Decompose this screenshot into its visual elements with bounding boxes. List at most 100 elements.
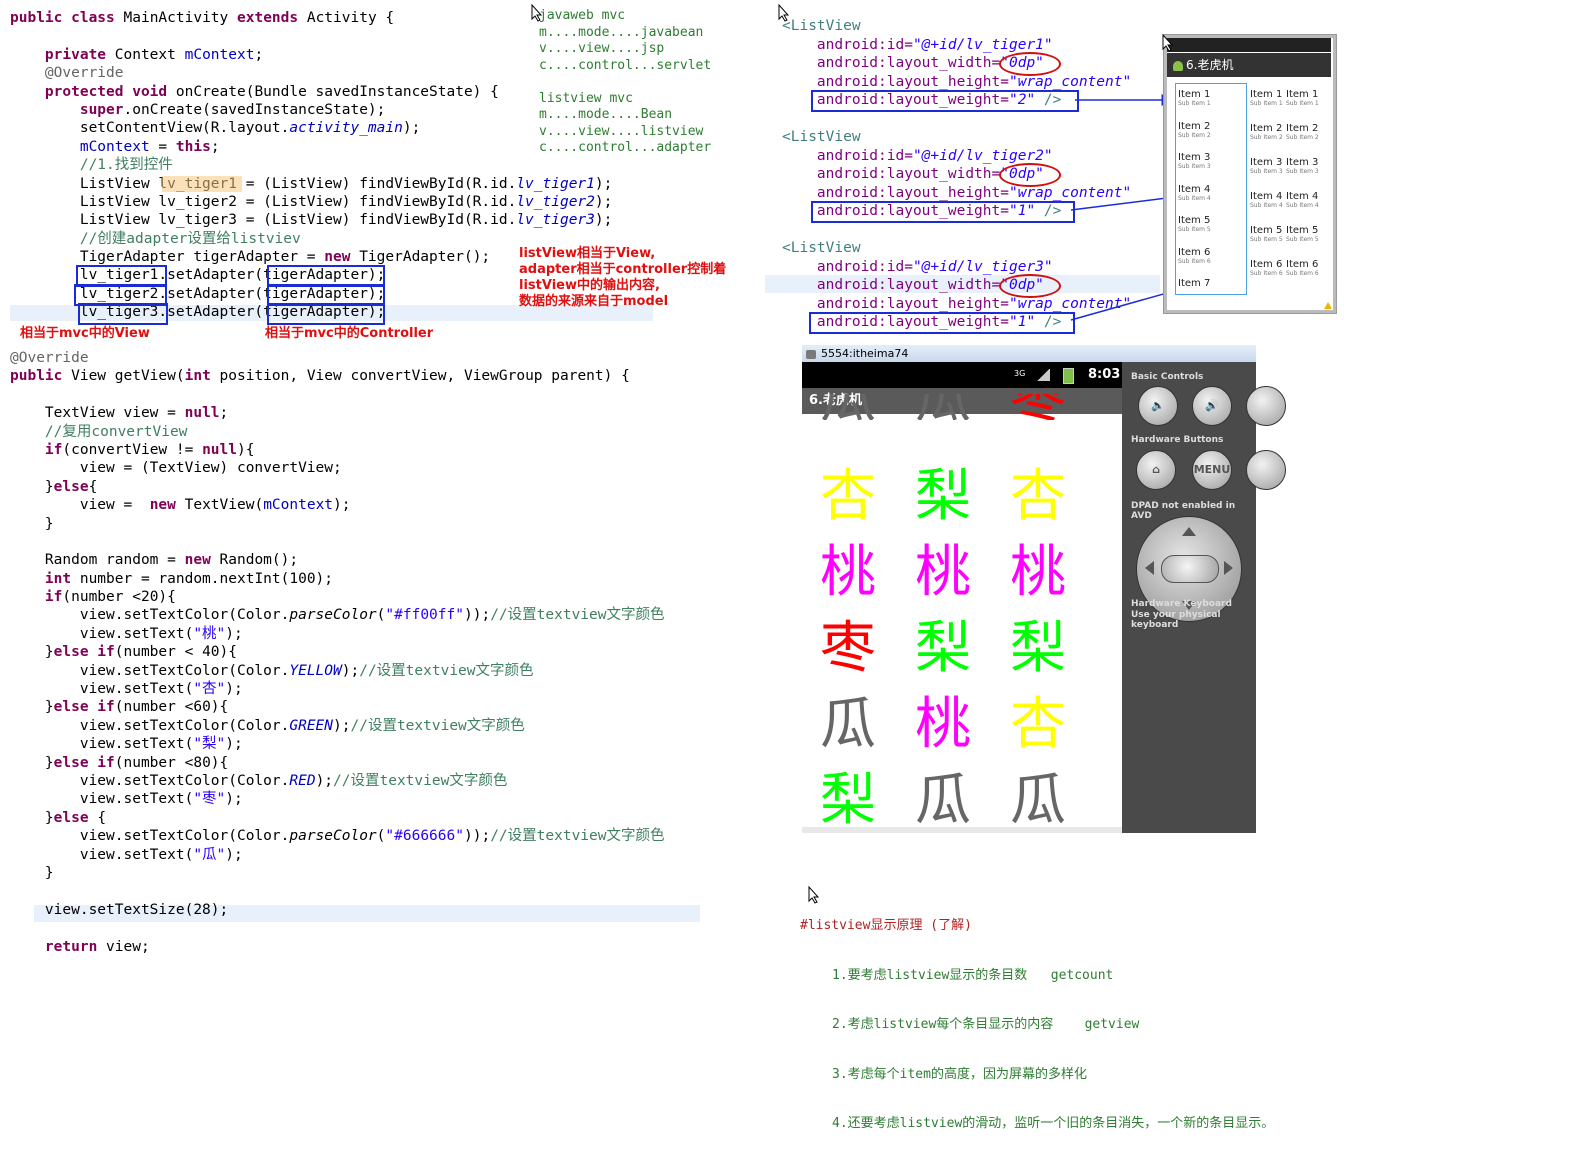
- warning-icon: [1324, 302, 1332, 309]
- preview-list-item: Item 5 Sub Item 5: [1286, 225, 1319, 243]
- preview-list-item: Item 5 Sub Item 5: [1178, 215, 1211, 233]
- preview-item-sub: Sub Item 2: [1286, 134, 1319, 141]
- fruit-cell[interactable]: 杏: [1010, 692, 1100, 758]
- preview-item-sub: Sub Item 4: [1286, 202, 1319, 209]
- fruit-cell[interactable]: 桃: [820, 540, 910, 606]
- emulator-controls: Basic Controls 🔈 🔊 Hardware Buttons ⌂ ME…: [1122, 362, 1286, 833]
- emulator-title: 5554:itheima74: [821, 347, 909, 360]
- power-button-partial[interactable]: [1246, 386, 1286, 426]
- preview-item-sub: Sub Item 3: [1178, 163, 1211, 170]
- preview-list-item: Item 6 Sub Item 6: [1178, 247, 1211, 265]
- preview-item-label: Item 6: [1178, 246, 1211, 258]
- preview-item-sub: Sub Item 2: [1178, 131, 1211, 139]
- preview-list-item: Item 4 Sub Item 4: [1286, 191, 1319, 209]
- preview-item-label: Item 4: [1286, 191, 1319, 202]
- fruit-cell[interactable]: 梨: [820, 768, 910, 834]
- network-type: 3G: [1014, 369, 1026, 378]
- fruit-cell[interactable]: 梨: [915, 464, 1005, 530]
- preview-item-sub: Sub Item 6: [1178, 257, 1211, 265]
- preview-item-sub: Sub Item 1: [1178, 100, 1211, 107]
- fruit-cell[interactable]: 瓜: [1010, 768, 1100, 834]
- preview-item-sub: Sub Item 4: [1178, 194, 1211, 202]
- preview-item-sub: Sub Item 3: [1286, 168, 1319, 175]
- fruit-cell[interactable]: 桃: [915, 692, 1005, 758]
- preview-item-label: Item 6: [1286, 259, 1319, 270]
- preview-list-item: Item 2 Sub Item 2: [1250, 123, 1283, 141]
- preview-title: 6.老虎机: [1186, 58, 1234, 72]
- fruit-cell[interactable]: 梨: [915, 616, 1005, 682]
- keyboard-heading: Hardware Keyboard: [1131, 599, 1232, 609]
- preview-list-item: Item 1 Sub Item 1: [1250, 89, 1283, 107]
- phone-screen[interactable]: 3G 8:03 6.老虎机 瓜杏桃枣瓜梨瓜梨桃梨桃瓜枣杏桃梨杏瓜: [802, 362, 1122, 833]
- battery-icon: [1063, 368, 1074, 384]
- volume-up-button[interactable]: 🔊: [1192, 386, 1232, 426]
- fruit-cell[interactable]: 梨: [1010, 616, 1100, 682]
- home-button[interactable]: ⌂: [1136, 450, 1176, 490]
- preview-item-sub: Sub Item 3: [1250, 168, 1283, 175]
- preview-item-sub: Sub Item 6: [1286, 270, 1319, 277]
- preview-item-label: Item 2: [1286, 123, 1319, 134]
- note-item-2: 2.考虑listview每个条目显示的内容 getview: [832, 1017, 1140, 1032]
- back-button-partial[interactable]: [1246, 450, 1286, 490]
- fruit-cell[interactable]: 瓜: [820, 394, 910, 420]
- preview-item-label: Item 1: [1250, 89, 1283, 100]
- preview-list-item: Item 1 Sub Item 1: [1286, 89, 1319, 107]
- fruit-cell[interactable]: 瓜: [915, 768, 1005, 834]
- taskbar-strip: [802, 827, 1122, 833]
- emulator-window: 5554:itheima74 3G 8:03 6.老虎机 瓜杏桃枣瓜梨瓜梨桃梨桃…: [802, 345, 1286, 833]
- preview-item-label: Item 7: [1178, 278, 1211, 289]
- signal-icon: [1036, 369, 1050, 381]
- preview-list-item: Item 2 Sub Item 2: [1286, 123, 1319, 141]
- clock: 8:03: [1088, 367, 1121, 382]
- preview-list-item: Item 3 Sub Item 3: [1250, 157, 1283, 175]
- preview-item-label: Item 1: [1178, 89, 1211, 100]
- preview-list-item: Item 6 Sub Item 6: [1286, 259, 1319, 277]
- preview-title-bar: 6.老虎机: [1167, 53, 1331, 77]
- keyboard-subheading: Use your physical keyboard: [1131, 610, 1221, 630]
- preview-item-sub: Sub Item 5: [1250, 236, 1283, 243]
- fruit-cell[interactable]: 桃: [1010, 540, 1100, 606]
- preview-list-item: Item 4 Sub Item 4: [1178, 184, 1211, 202]
- preview-item-label: Item 5: [1178, 215, 1211, 226]
- preview-item-sub: Sub Item 5: [1178, 226, 1211, 233]
- preview-list-item: Item 6 Sub Item 6: [1250, 259, 1283, 277]
- preview-list-item: Item 4 Sub Item 4: [1250, 191, 1283, 209]
- fruit-cell[interactable]: 杏: [1010, 464, 1100, 530]
- fruit-cell[interactable]: 瓜: [820, 692, 910, 758]
- fruit-cell[interactable]: 瓜: [915, 394, 1005, 420]
- menu-button[interactable]: MENU: [1192, 450, 1232, 490]
- note-title: #listview显示原理 (了解): [800, 918, 972, 933]
- phone-status-bar: 3G 8:03: [802, 362, 1122, 388]
- android-icon: [1173, 60, 1183, 71]
- preview-item-sub: Sub Item 1: [1286, 100, 1319, 107]
- mouse-cursor-icon: [531, 4, 543, 22]
- preview-item-label: Item 4: [1250, 191, 1283, 202]
- preview-item-label: Item 2: [1178, 120, 1211, 132]
- note-item-4: 4.还要考虑listview的滑动，监听一个旧的条目消失，一个新的条目显示。: [832, 1116, 1275, 1131]
- fruit-cell[interactable]: 杏: [820, 464, 910, 530]
- preview-item-label: Item 2: [1250, 123, 1283, 134]
- preview-list-item: Item 3 Sub Item 3: [1178, 152, 1211, 170]
- dpad-left-arrow-icon: [1145, 561, 1154, 575]
- preview-item-label: Item 1: [1286, 89, 1319, 100]
- preview-list-item: Item 7: [1178, 278, 1210, 289]
- mouse-cursor-icon-2: [778, 4, 790, 22]
- note-item-1: 1.要考虑listview显示的条目数 getcount: [832, 967, 1114, 983]
- layout-preview: 6.老虎机 Item 1 Sub Item 1 Item 2 Sub Item 2 It…: [1163, 34, 1337, 314]
- fruit-cell[interactable]: 枣: [820, 616, 910, 682]
- preview-status-bar: [1167, 38, 1331, 52]
- basic-controls-heading: Basic Controls: [1131, 372, 1204, 382]
- note-item-3: 3.考虑每个item的高度，因为屏幕的多样化: [832, 1066, 1087, 1082]
- preview-list-item: Item 2 Sub Item 2: [1178, 121, 1211, 139]
- mouse-cursor-icon-4: [808, 886, 820, 904]
- emulator-icon: [806, 349, 816, 359]
- fruit-cell[interactable]: 枣: [1010, 394, 1100, 420]
- hardware-buttons-heading: Hardware Buttons: [1131, 435, 1224, 445]
- fruit-cell[interactable]: 桃: [915, 540, 1005, 606]
- dpad-center[interactable]: [1161, 555, 1219, 583]
- volume-down-button[interactable]: 🔈: [1138, 386, 1178, 426]
- dpad-up-arrow-icon: [1182, 527, 1196, 536]
- weight-arrows: [1070, 94, 1304, 321]
- emulator-titlebar: 5554:itheima74: [802, 345, 1256, 362]
- preview-item-label: Item 5: [1250, 225, 1283, 236]
